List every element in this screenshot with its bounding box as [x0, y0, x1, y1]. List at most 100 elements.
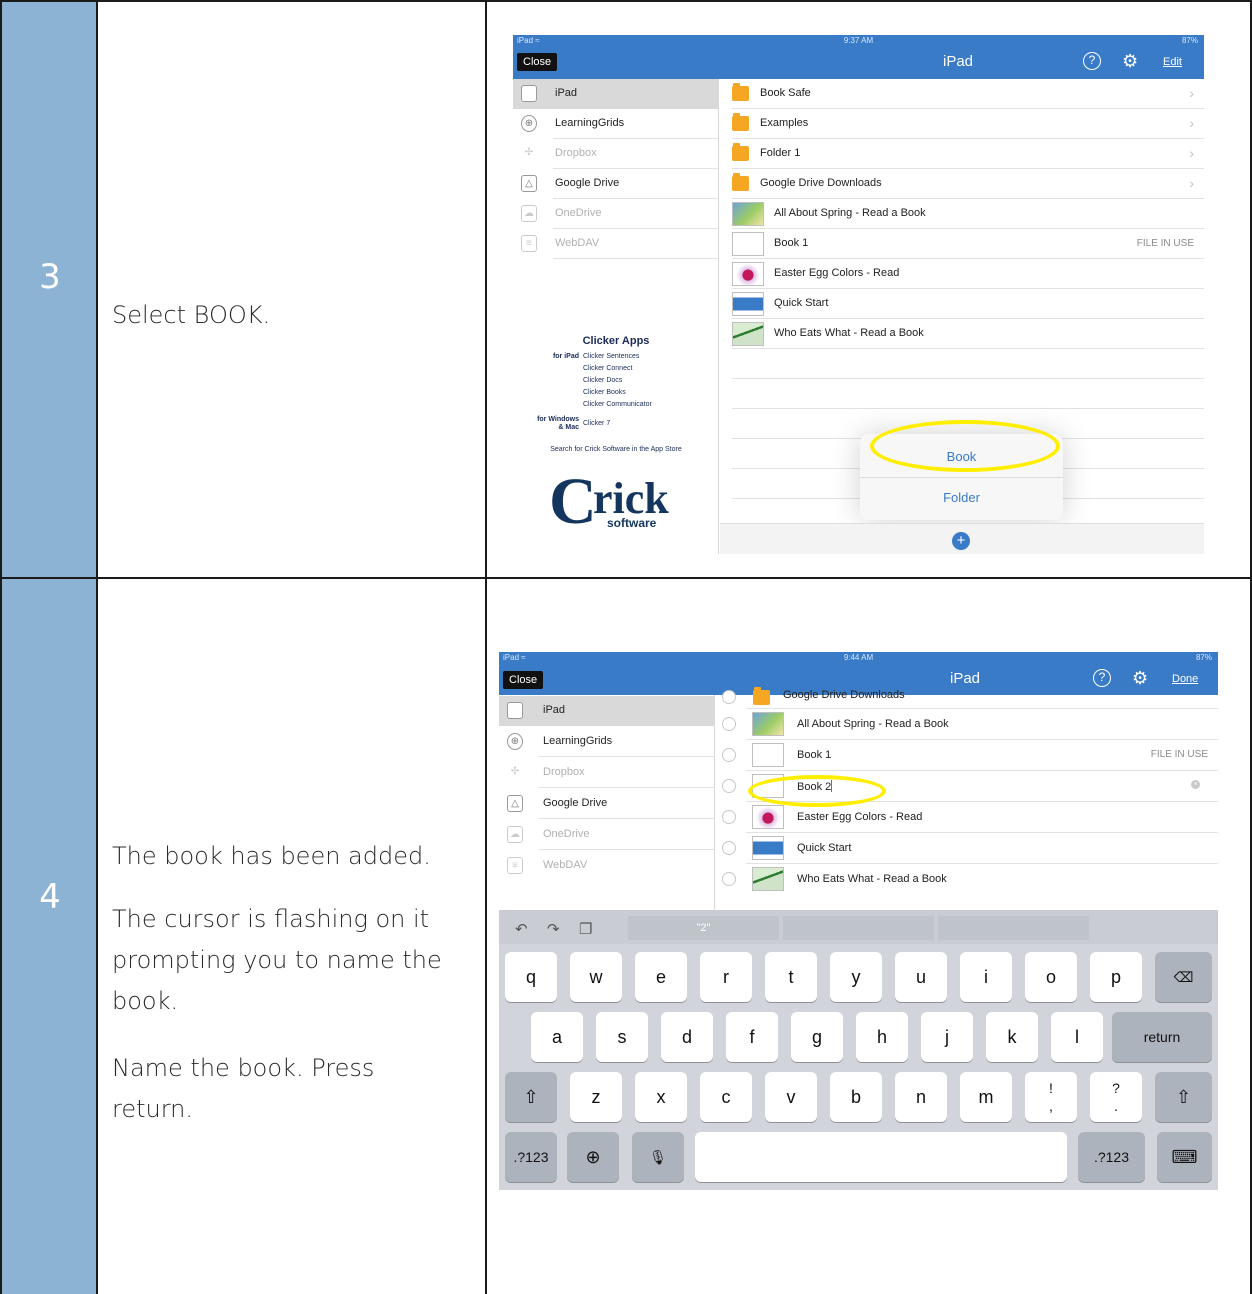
select-radio[interactable] [722, 872, 736, 886]
sidebar-item-dropbox[interactable]: ✣ Dropbox [499, 758, 715, 788]
sidebar-item-label: Dropbox [555, 147, 597, 159]
promo-app[interactable]: Clicker Books [583, 389, 626, 396]
list-item[interactable]: Easter Egg Colors - Read [720, 259, 1204, 289]
sidebar-item-dropbox[interactable]: ✣ Dropbox [513, 139, 719, 169]
add-folder-button[interactable]: Folder [860, 478, 1063, 518]
key-w[interactable]: w [570, 952, 622, 1002]
key-e[interactable]: e [635, 952, 687, 1002]
gear-icon[interactable]: ⚙ [1132, 668, 1148, 688]
promo-app[interactable]: Clicker Sentences [583, 353, 639, 360]
key-g[interactable]: g [791, 1012, 843, 1062]
shift-key[interactable]: ⇧ [1155, 1072, 1212, 1122]
list-item[interactable]: Easter Egg Colors - Read [716, 802, 1218, 833]
key-question-period[interactable]: ? . [1090, 1072, 1142, 1122]
add-button[interactable]: + [952, 532, 970, 550]
suggestion[interactable] [783, 916, 934, 940]
key-k[interactable]: k [986, 1012, 1038, 1062]
promo-app[interactable]: Clicker 7 [583, 420, 610, 427]
key-q[interactable]: q [505, 952, 557, 1002]
key-r[interactable]: r [700, 952, 752, 1002]
space-key[interactable] [695, 1132, 1067, 1182]
microphone-icon[interactable]: 🎙 [632, 1132, 684, 1182]
list-item[interactable]: Who Eats What - Read a Book [720, 319, 1204, 349]
list-item[interactable]: Who Eats What - Read a Book [716, 864, 1218, 895]
key-y[interactable]: y [830, 952, 882, 1002]
help-icon[interactable]: ? [1083, 52, 1101, 70]
sidebar-item-google-drive[interactable]: △ Google Drive [513, 169, 719, 199]
list-item[interactable]: Quick Start [716, 833, 1218, 864]
key-h[interactable]: h [856, 1012, 908, 1062]
sidebar-item-onedrive[interactable]: ☁ OneDrive [499, 820, 715, 850]
shift-key[interactable]: ⇧ [505, 1072, 557, 1122]
gear-icon[interactable]: ⚙ [1122, 51, 1138, 71]
sidebar-item-onedrive[interactable]: ☁ OneDrive [513, 199, 719, 229]
chevron-right-icon: › [1189, 175, 1194, 191]
list-item[interactable]: Examples › [720, 109, 1204, 139]
paste-icon[interactable]: ❐ [579, 920, 592, 938]
numbers-key[interactable]: .?123 [505, 1132, 557, 1182]
sidebar-item-learninggrids[interactable]: ⊕ LearningGrids [513, 109, 719, 139]
select-radio[interactable] [722, 810, 736, 824]
help-icon[interactable]: ? [1093, 669, 1111, 687]
list-item[interactable]: Google Drive Downloads [716, 687, 1218, 709]
sidebar-item-learninggrids[interactable]: ⊕ LearningGrids [499, 727, 715, 757]
suggestion[interactable] [938, 916, 1089, 940]
select-radio[interactable] [722, 717, 736, 731]
key-j[interactable]: j [921, 1012, 973, 1062]
key-b[interactable]: b [830, 1072, 882, 1122]
select-radio[interactable] [722, 841, 736, 855]
key-d[interactable]: d [661, 1012, 713, 1062]
list-item[interactable]: All About Spring - Read a Book [716, 709, 1218, 740]
list-item[interactable]: Google Drive Downloads › [720, 169, 1204, 199]
key-v[interactable]: v [765, 1072, 817, 1122]
key-m[interactable]: m [960, 1072, 1012, 1122]
folder-icon [732, 173, 749, 191]
list-item[interactable]: Book Safe › [720, 79, 1204, 109]
select-radio[interactable] [722, 779, 736, 793]
sidebar-item-google-drive[interactable]: △ Google Drive [499, 789, 715, 819]
done-button[interactable]: Done [1172, 673, 1198, 685]
key-o[interactable]: o [1025, 952, 1077, 1002]
key-l[interactable]: l [1051, 1012, 1103, 1062]
key-f[interactable]: f [726, 1012, 778, 1062]
promo-app[interactable]: Clicker Communicator [583, 401, 652, 408]
list-item[interactable]: Book 1 FILE IN USE [716, 740, 1218, 771]
clear-text-icon[interactable]: × [1191, 780, 1200, 789]
close-button[interactable]: Close [503, 671, 544, 689]
folder-icon [753, 687, 770, 705]
key-n[interactable]: n [895, 1072, 947, 1122]
server-icon: ≡ [521, 235, 537, 252]
suggestion[interactable]: "2" [628, 916, 779, 940]
key-exclamation-comma[interactable]: ! , [1025, 1072, 1077, 1122]
select-radio[interactable] [722, 690, 736, 704]
redo-icon[interactable]: ↷ [547, 920, 560, 938]
list-item[interactable]: All About Spring - Read a Book [720, 199, 1204, 229]
edit-button[interactable]: Edit [1163, 56, 1182, 68]
undo-icon[interactable]: ↶ [515, 920, 528, 938]
return-key[interactable]: return [1112, 1012, 1212, 1062]
list-item[interactable]: Quick Start [720, 289, 1204, 319]
sidebar-item-ipad[interactable]: iPad [513, 79, 719, 109]
key-z[interactable]: z [570, 1072, 622, 1122]
key-s[interactable]: s [596, 1012, 648, 1062]
key-p[interactable]: p [1090, 952, 1142, 1002]
sidebar-item-ipad[interactable]: iPad [499, 696, 715, 726]
key-a[interactable]: a [531, 1012, 583, 1062]
promo-app[interactable]: Clicker Docs [583, 377, 622, 384]
sidebar-item-webdav[interactable]: ≡ WebDAV [513, 229, 719, 259]
key-u[interactable]: u [895, 952, 947, 1002]
backspace-key[interactable]: ⌫ [1155, 952, 1212, 1002]
promo-app[interactable]: Clicker Connect [583, 365, 632, 372]
key-c[interactable]: c [700, 1072, 752, 1122]
close-button[interactable]: Close [517, 53, 558, 71]
numbers-key[interactable]: .?123 [1078, 1132, 1145, 1182]
select-radio[interactable] [722, 748, 736, 762]
key-i[interactable]: i [960, 952, 1012, 1002]
list-item[interactable]: Book 1 FILE IN USE [720, 229, 1204, 259]
sidebar-item-webdav[interactable]: ≡ WebDAV [499, 851, 715, 881]
key-t[interactable]: t [765, 952, 817, 1002]
key-x[interactable]: x [635, 1072, 687, 1122]
keyboard-hide-icon[interactable]: ⌨ [1157, 1132, 1212, 1182]
globe-icon[interactable]: ⊕ [567, 1132, 619, 1182]
list-item[interactable]: Folder 1 › [720, 139, 1204, 169]
